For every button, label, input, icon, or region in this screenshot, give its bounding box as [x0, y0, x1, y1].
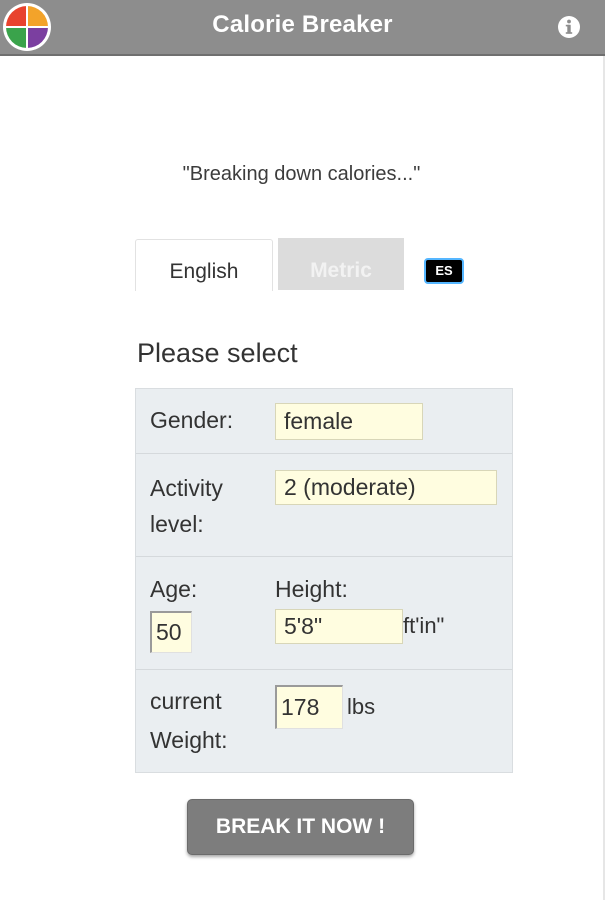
activity-label-line2: level:	[150, 511, 204, 537]
app-title: Calorie Breaker	[212, 11, 393, 38]
age-field[interactable]	[150, 611, 192, 653]
app-header: Calorie Breaker	[0, 0, 605, 56]
age-label: Age:	[150, 576, 198, 602]
gender-field[interactable]	[275, 403, 423, 440]
row-divider	[136, 556, 512, 557]
activity-level-field[interactable]	[275, 470, 497, 505]
height-label: Height:	[275, 576, 348, 602]
weight-label-line2: Weight:	[150, 727, 228, 753]
row-divider	[136, 453, 512, 454]
row-divider	[136, 669, 512, 670]
activity-label-line1: Activity	[150, 475, 223, 501]
break-it-now-button[interactable]: BREAK IT NOW !	[187, 799, 414, 855]
input-form-panel: Gender: Activity level: Age: Height: ft'…	[135, 388, 513, 773]
height-unit: ft'in"	[403, 613, 445, 638]
info-icon[interactable]	[557, 15, 581, 39]
tab-english[interactable]: English	[135, 239, 273, 291]
form-heading: Please select	[137, 338, 298, 368]
weight-field[interactable]	[275, 685, 343, 729]
weight-unit: lbs	[347, 694, 376, 719]
tagline: "Breaking down calories..."	[182, 163, 421, 185]
app-window: Calorie Breaker "Breaking down calories.…	[0, 0, 605, 900]
tab-metric[interactable]: Metric	[278, 238, 404, 290]
language-es-badge[interactable]: ES	[424, 258, 464, 284]
weight-label-line1: current	[150, 688, 222, 714]
gender-label: Gender:	[150, 407, 234, 433]
height-field[interactable]	[275, 609, 403, 644]
